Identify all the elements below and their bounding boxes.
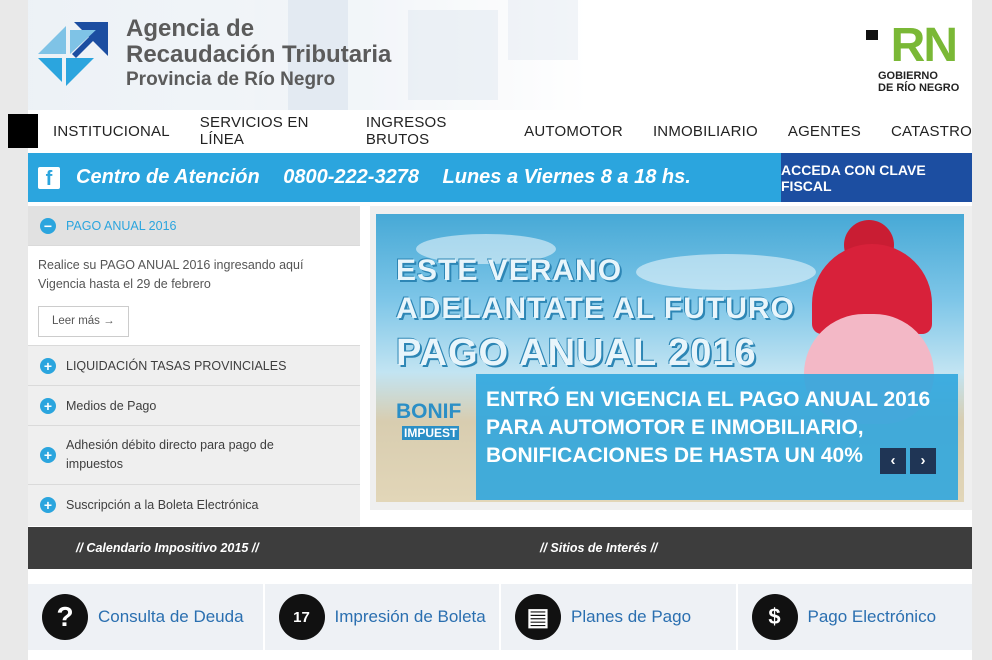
site-header: Agencia de Recaudación Tributaria Provin… (28, 0, 972, 110)
accordion-item-label: Medios de Pago (66, 398, 157, 413)
slide-title-line3: PAGO ANUAL 2016 (396, 332, 757, 374)
slider-next-button[interactable]: › (910, 448, 936, 474)
quick-link-consulta-deuda[interactable]: ? Consulta de Deuda (28, 584, 263, 650)
nav-marker (8, 114, 38, 148)
slide-impuestos-text: IMPUEST (402, 426, 460, 440)
slide-title-line1: ESTE VERANO (396, 254, 623, 287)
rn-gov-line1: GOBIERNO (878, 70, 938, 82)
quick-link-label: Planes de Pago (571, 607, 692, 626)
cloud-shape (636, 254, 816, 290)
money-icon: $ (751, 594, 798, 640)
clave-fiscal-login-button[interactable]: ACCEDA CON CLAVE FISCAL (781, 153, 972, 202)
printer-icon: ▤ (515, 594, 561, 640)
panel-text-line1: Realice su PAGO ANUAL 2016 ingresando aq… (38, 258, 304, 272)
nav-item-agentes[interactable]: AGENTES (788, 123, 861, 140)
slider-controls: ‹ › (880, 448, 936, 474)
accordion-item-boleta-electronica[interactable]: + Suscripción a la Boleta Electrónica (28, 485, 360, 525)
accordion-item-label: Adhesión débito directo para pago de imp… (66, 438, 274, 471)
calendar-link[interactable]: // Calendario Impositivo 2015 // (76, 541, 259, 555)
info-accordion: − PAGO ANUAL 2016 Realice su PAGO ANUAL … (28, 206, 360, 526)
links-bar: // Calendario Impositivo 2015 // // Siti… (28, 527, 972, 569)
sites-of-interest-link[interactable]: // Sitios de Interés // (540, 541, 657, 555)
panel-text-line2: Vigencia hasta el 29 de febrero (38, 277, 211, 291)
nav-item-catastro[interactable]: CATASTRO (891, 123, 972, 140)
nav-items: INSTITUCIONAL SERVICIOS EN LÍNEA INGRESO… (53, 114, 972, 148)
promo-slider: ESTE VERANO ADELANTATE AL FUTURO PAGO AN… (370, 206, 972, 510)
agency-name-line2: Recaudación Tributaria (126, 41, 392, 68)
accordion-item-label: Suscripción a la Boleta Electrónica (66, 498, 259, 512)
quick-link-label: Consulta de Deuda (98, 607, 244, 626)
nav-item-inmobiliario[interactable]: INMOBILIARIO (653, 123, 758, 140)
rn-letters: RN (890, 19, 958, 72)
caption-line1: ENTRÓ EN VIGENCIA EL PAGO ANUAL 2016 (486, 388, 931, 411)
quick-link-planes-pago[interactable]: ▤ Planes de Pago (501, 584, 736, 650)
expand-icon: + (40, 497, 56, 513)
nav-item-automotor[interactable]: AUTOMOTOR (524, 123, 623, 140)
attention-bar: f Centro de Atención 0800-222-3278 Lunes… (28, 153, 972, 202)
attention-info: Centro de Atención 0800-222-3278 Lunes a… (76, 166, 709, 189)
slide-title-line2: ADELANTATE AL FUTURO (396, 292, 795, 325)
expand-icon: + (40, 447, 56, 463)
facebook-icon[interactable]: f (38, 167, 60, 190)
nav-item-institucional[interactable]: INSTITUCIONAL (53, 123, 170, 140)
agency-logo-icon[interactable] (36, 18, 110, 92)
accordion-item-pago-anual[interactable]: − PAGO ANUAL 2016 (28, 206, 360, 246)
slide-bonif-text: BONIF (396, 400, 462, 423)
slider-prev-button[interactable]: ‹ (880, 448, 906, 474)
calendar-icon: 17 (278, 594, 325, 640)
slide-caption: ENTRÓ EN VIGENCIA EL PAGO ANUAL 2016 PAR… (476, 374, 958, 500)
page-frame: Agencia de Recaudación Tributaria Provin… (8, 0, 972, 660)
main-nav: INSTITUCIONAL SERVICIOS EN LÍNEA INGRESO… (8, 114, 972, 150)
collapse-icon: − (40, 217, 56, 234)
nav-item-servicios-en-linea[interactable]: SERVICIOS EN LÍNEA (200, 114, 336, 148)
quick-link-label: Impresión de Boleta (334, 607, 486, 626)
expand-icon: + (40, 357, 56, 374)
quick-link-impresion-boleta[interactable]: 17 Impresión de Boleta (264, 584, 499, 650)
rn-government-label: GOBIERNO DE RÍO NEGRO (878, 70, 959, 94)
accordion-item-debito-directo[interactable]: + Adhesión débito directo para pago de i… (28, 426, 360, 485)
quick-link-pago-electronico[interactable]: $ Pago Electrónico (737, 584, 972, 650)
accordion-panel: Realice su PAGO ANUAL 2016 ingresando aq… (28, 246, 360, 346)
quick-links: ? Consulta de Deuda 17 Impresión de Bole… (28, 584, 972, 650)
agency-name[interactable]: Agencia de Recaudación Tributaria Provin… (126, 16, 391, 92)
accordion-item-label: LIQUIDACIÓN TASAS PROVINCIALES (66, 358, 287, 373)
read-more-button[interactable]: Leer más → (38, 306, 129, 337)
attention-hours: Lunes a Viernes 8 a 18 hs. (442, 166, 691, 188)
rio-negro-government-logo[interactable]: RN GOBIERNO DE RÍO NEGRO (866, 18, 966, 94)
rn-logo-mark (866, 30, 878, 40)
caption-line2: PARA AUTOMOTOR E INMOBILIARIO, (486, 416, 864, 439)
nav-item-ingresos-brutos[interactable]: INGRESOS BRUTOS (366, 114, 494, 148)
accordion-item-medios-de-pago[interactable]: + Medios de Pago (28, 386, 360, 426)
quick-link-label: Pago Electrónico (807, 607, 937, 626)
agency-name-line1: Agencia de (126, 15, 255, 42)
attention-label: Centro de Atención (76, 166, 260, 188)
agency-name-line3: Provincia de Río Negro (126, 69, 336, 90)
accordion-item-liquidacion[interactable]: + LIQUIDACIÓN TASAS PROVINCIALES (28, 346, 360, 386)
question-icon: ? (42, 594, 88, 640)
attention-phone: 0800-222-3278 (283, 166, 419, 188)
rn-gov-line2: DE RÍO NEGRO (878, 82, 960, 94)
expand-icon: + (40, 397, 56, 414)
promo-slide-image[interactable]: ESTE VERANO ADELANTATE AL FUTURO PAGO AN… (376, 214, 964, 502)
accordion-item-label: PAGO ANUAL 2016 (66, 218, 177, 233)
